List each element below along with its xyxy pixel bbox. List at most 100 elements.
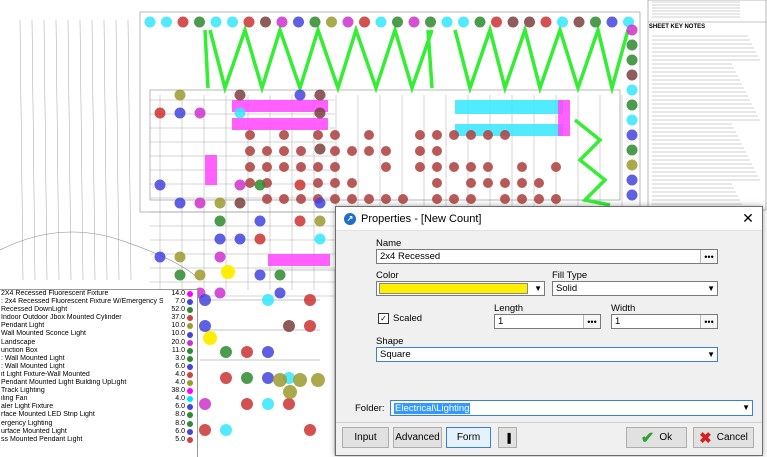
count-marker[interactable] xyxy=(214,287,226,299)
count-marker[interactable] xyxy=(458,16,469,28)
count-marker[interactable] xyxy=(279,194,289,204)
count-marker[interactable] xyxy=(144,16,156,28)
legend-row[interactable]: unction Box 11.0 xyxy=(0,347,197,355)
count-marker[interactable] xyxy=(507,16,519,28)
count-marker[interactable] xyxy=(557,16,568,28)
count-marker[interactable] xyxy=(279,146,289,156)
count-marker[interactable] xyxy=(304,320,316,332)
count-marker[interactable] xyxy=(174,107,186,119)
count-bar-marker[interactable] xyxy=(205,155,217,185)
count-marker[interactable] xyxy=(466,194,476,204)
count-marker[interactable] xyxy=(241,372,253,384)
count-marker[interactable] xyxy=(199,320,211,332)
count-marker[interactable] xyxy=(375,16,387,28)
count-marker[interactable] xyxy=(234,197,246,209)
legend-row[interactable]: urface Mounted Light 6.0 xyxy=(0,428,197,436)
count-marker[interactable] xyxy=(254,269,266,281)
count-marker[interactable] xyxy=(234,179,246,191)
name-field[interactable]: 2x4 Recessed ••• xyxy=(376,249,718,264)
count-marker[interactable] xyxy=(364,130,374,140)
count-marker[interactable] xyxy=(293,16,304,28)
tab-form[interactable]: Form xyxy=(446,427,491,448)
count-marker[interactable] xyxy=(245,178,255,188)
count-marker[interactable] xyxy=(296,162,306,172)
count-marker[interactable] xyxy=(408,16,420,28)
count-marker[interactable] xyxy=(199,294,211,306)
count-marker[interactable] xyxy=(441,16,453,28)
count-marker[interactable] xyxy=(314,143,326,155)
dialog-titlebar[interactable]: ↗ Properties - [New Count] ✕ xyxy=(336,207,762,231)
count-marker[interactable] xyxy=(313,178,323,188)
count-marker[interactable] xyxy=(626,129,638,141)
count-marker[interactable] xyxy=(540,16,552,28)
count-marker[interactable] xyxy=(381,146,391,156)
count-marker[interactable] xyxy=(214,251,226,263)
count-marker[interactable] xyxy=(210,16,222,28)
count-marker[interactable] xyxy=(626,159,638,171)
legend-row[interactable]: : Wall Mounted Light 3.0 xyxy=(0,355,197,363)
count-marker[interactable] xyxy=(347,194,357,204)
count-marker[interactable] xyxy=(262,194,272,204)
count-marker[interactable] xyxy=(311,373,325,387)
count-marker[interactable] xyxy=(283,398,295,410)
count-marker[interactable] xyxy=(626,114,638,126)
count-marker[interactable] xyxy=(517,162,527,172)
width-field[interactable]: 1 ••• xyxy=(611,314,718,329)
count-marker[interactable] xyxy=(220,372,232,384)
count-bar-marker[interactable] xyxy=(268,254,330,266)
cancel-button[interactable]: ✖ Cancel xyxy=(693,427,754,448)
count-marker[interactable] xyxy=(500,194,510,204)
count-marker[interactable] xyxy=(314,89,326,101)
count-marker[interactable] xyxy=(174,269,186,281)
legend-row[interactable]: ss Mounted Pendant Light 5.0 xyxy=(0,436,197,444)
legend-row[interactable]: 2X4 Recessed Fluorescent Fixture 14.0 xyxy=(0,290,197,298)
count-marker[interactable] xyxy=(262,398,274,410)
count-marker[interactable] xyxy=(449,130,459,140)
count-marker[interactable] xyxy=(483,178,493,188)
count-marker[interactable] xyxy=(534,194,544,204)
count-marker[interactable] xyxy=(220,346,232,358)
count-marker[interactable] xyxy=(626,144,638,156)
count-marker[interactable] xyxy=(194,107,206,119)
count-marker[interactable] xyxy=(483,130,493,140)
count-marker[interactable] xyxy=(342,16,354,28)
count-marker[interactable] xyxy=(199,424,211,436)
count-marker[interactable] xyxy=(245,146,255,156)
count-marker[interactable] xyxy=(294,215,306,227)
count-marker[interactable] xyxy=(279,162,289,172)
count-marker[interactable] xyxy=(154,179,166,191)
count-marker[interactable] xyxy=(245,162,255,172)
count-marker[interactable] xyxy=(330,178,340,188)
count-marker[interactable] xyxy=(309,16,321,28)
count-marker[interactable] xyxy=(194,197,206,209)
count-marker[interactable] xyxy=(449,162,459,172)
count-marker[interactable] xyxy=(491,16,502,28)
count-marker[interactable] xyxy=(517,178,527,188)
count-marker[interactable] xyxy=(524,16,535,28)
folder-select[interactable]: Electrical\Lighting ▼ xyxy=(390,400,753,416)
count-bar-marker[interactable] xyxy=(558,100,570,136)
shape-select[interactable]: Square ▼ xyxy=(376,347,718,362)
count-marker[interactable] xyxy=(174,197,186,209)
count-marker[interactable] xyxy=(273,373,287,387)
count-marker[interactable] xyxy=(245,130,255,140)
legend-row[interactable]: Wall Mounted Sconce Light 10.0 xyxy=(0,330,197,338)
fill-type-select[interactable]: Solid ▼ xyxy=(552,281,718,296)
scaled-checkbox[interactable]: ✓ Scaled xyxy=(378,313,422,324)
count-marker[interactable] xyxy=(234,233,246,245)
legend-row[interactable]: ergency Lighting 8.0 xyxy=(0,420,197,428)
count-marker[interactable] xyxy=(551,194,561,204)
count-marker[interactable] xyxy=(359,16,370,28)
count-marker[interactable] xyxy=(313,162,323,172)
count-marker[interactable] xyxy=(517,194,527,204)
count-marker[interactable] xyxy=(294,89,306,101)
count-marker[interactable] xyxy=(590,16,601,28)
count-marker[interactable] xyxy=(313,130,323,140)
count-marker[interactable] xyxy=(364,146,374,156)
count-marker[interactable] xyxy=(283,385,297,399)
count-marker[interactable] xyxy=(262,162,272,172)
count-marker[interactable] xyxy=(293,373,307,387)
count-marker[interactable] xyxy=(330,162,340,172)
legend-row[interactable]: Indoor Outdoor Jbox Mounted Cylinder 37.0 xyxy=(0,314,197,322)
count-marker[interactable] xyxy=(296,194,306,204)
